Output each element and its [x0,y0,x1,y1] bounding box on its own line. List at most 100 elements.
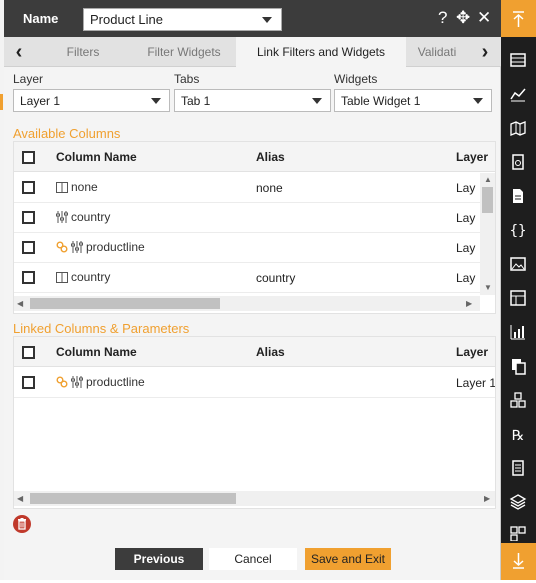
tab-next-icon[interactable]: › [474,39,496,65]
widgets-select-value: Table Widget 1 [341,94,421,108]
row-checkbox[interactable] [22,211,35,224]
name-label: Name [23,11,59,26]
scroll-right-icon[interactable]: ▶ [484,494,490,504]
layer-value: Lay [456,241,476,255]
scroll-thumb[interactable] [30,493,236,504]
notes-icon[interactable] [509,459,527,477]
column-name: productline [86,375,145,389]
scroll-thumb[interactable] [30,298,220,309]
select-all-checkbox[interactable] [22,151,35,164]
arrow-up-to-line-icon [513,11,524,27]
link-icon [56,241,68,253]
scroll-left-icon[interactable]: ◀ [17,299,23,309]
scroll-to-bottom-button[interactable] [501,543,536,580]
previous-button[interactable]: Previous [115,548,203,570]
code-icon[interactable]: {} [509,221,527,239]
column-name: none [71,180,98,194]
linked-horizontal-scrollbar[interactable]: ◀ ▶ [14,491,495,506]
table-row[interactable]: country country Lay [14,263,484,293]
bar-chart-icon[interactable] [509,323,527,341]
layer-value: Lay [456,211,476,225]
row-checkbox[interactable] [22,241,35,254]
layer-select-value: Layer 1 [20,94,61,108]
tab-validation[interactable]: Validati [406,37,468,67]
boxes-icon[interactable] [509,391,527,409]
widgets-select[interactable]: Table Widget 1 [334,89,492,112]
widget-icon[interactable] [509,289,527,307]
table-icon[interactable] [509,51,527,69]
tab-filter-widgets[interactable]: Filter Widgets [132,37,236,67]
column-icon [56,181,68,193]
grid-header: Column Name Alias Layer [14,337,495,367]
scroll-left-icon[interactable]: ◀ [17,494,23,504]
close-icon[interactable]: ✕ [477,8,491,28]
scroll-down-icon[interactable]: ▼ [484,283,492,293]
table-row[interactable]: productline Layer 1 [14,368,496,398]
linked-columns-title: Linked Columns & Parameters [13,321,190,336]
table-row[interactable]: productline Lay [14,233,484,263]
trash-icon [18,518,26,530]
alias-value: none [256,181,283,195]
name-select-value: Product Line [90,12,163,27]
right-toolbar: {} ℞ [501,0,536,580]
chevron-down-icon [473,98,483,104]
tab-link-filters-and-widgets[interactable]: Link Filters and Widgets [236,37,406,67]
available-columns-title: Available Columns [13,126,121,141]
column-name-header: Column Name [56,345,137,359]
layer-value: Lay [456,181,476,195]
row-checkbox[interactable] [22,181,35,194]
document-icon[interactable] [509,187,527,205]
column-name-header: Column Name [56,150,137,164]
layer-value: Lay [456,271,476,285]
move-icon[interactable]: ✥ [456,8,470,28]
tab-bar: ‹ Filters Filter Widgets Link Filters an… [4,37,501,67]
copy-icon[interactable] [509,357,527,375]
delete-button[interactable] [13,515,31,533]
available-columns-grid: Column Name Alias Layer none none Lay co… [13,141,496,314]
tabs-select[interactable]: Tab 1 [174,89,331,112]
chart-icon[interactable] [509,85,527,103]
left-edge-marker [0,94,3,110]
tab-filters[interactable]: Filters [34,37,132,67]
row-checkbox[interactable] [22,271,35,284]
svg-text:{}: {} [510,223,527,239]
layer-select[interactable]: Layer 1 [13,89,170,112]
alias-header: Alias [256,150,285,164]
layer-label: Layer [13,72,44,86]
cancel-button[interactable]: Cancel [209,548,297,570]
alias-value: country [256,271,296,285]
table-row[interactable]: none none Lay [14,173,484,203]
arrow-down-to-line-icon [513,553,524,569]
map-icon[interactable] [509,119,527,137]
scroll-to-top-button[interactable] [501,0,536,37]
column-name: productline [86,240,145,254]
scroll-thumb[interactable] [482,187,493,213]
layer-header: Layer [456,345,489,359]
grid-icon[interactable] [509,525,527,541]
filter-sliders-icon [56,211,68,223]
name-select[interactable]: Product Line [83,8,282,31]
link-icon [56,376,68,388]
scroll-up-icon[interactable]: ▲ [484,175,492,185]
table-row[interactable]: country Lay [14,203,484,233]
widgets-label: Widgets [334,72,378,86]
available-horizontal-scrollbar[interactable]: ◀ ▶ [14,296,480,311]
scroll-right-icon[interactable]: ▶ [466,299,472,309]
image-icon[interactable] [509,255,527,273]
help-icon[interactable]: ? [438,8,447,28]
available-vertical-scrollbar[interactable]: ▲ ▼ [480,173,495,295]
select-all-checkbox[interactable] [22,346,35,359]
tab-prev-icon[interactable]: ‹ [8,39,30,65]
tabs-label: Tabs [174,72,200,86]
filter-sliders-icon [71,241,83,253]
filter-sliders-icon [71,376,83,388]
column-icon [56,271,68,283]
rx-icon[interactable]: ℞ [509,425,527,443]
save-and-exit-button[interactable]: Save and Exit [305,548,391,570]
layer-value: Layer 1 [456,376,496,390]
layers-icon[interactable] [509,493,527,511]
row-checkbox[interactable] [22,376,35,389]
column-name: country [71,270,111,284]
dialog-header: Name Product Line ? ✥ ✕ [4,0,501,37]
report-icon[interactable] [509,153,527,171]
